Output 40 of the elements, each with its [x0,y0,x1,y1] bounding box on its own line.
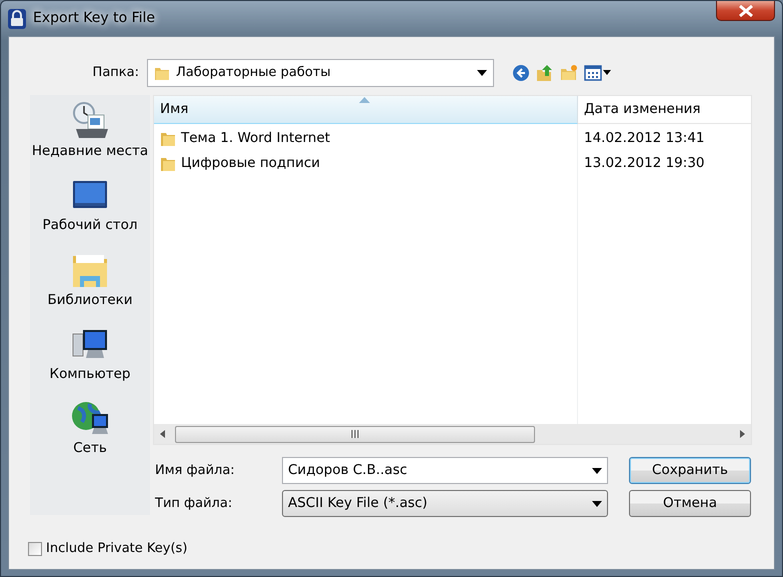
file-name[interactable]: Цифровые подписи [181,153,320,174]
folder-icon [160,130,176,146]
folder-icon [160,156,176,172]
scroll-thumb[interactable] [175,426,535,442]
grip-icon [350,430,360,438]
file-name-field[interactable]: Сидоров С.В..asc [282,457,608,484]
lock-icon [7,8,27,30]
include-private-checkbox[interactable] [28,542,42,556]
folder-label: Папка: [92,64,140,82]
close-button[interactable] [716,1,775,21]
caret-icon [477,70,487,76]
scroll-left-icon[interactable] [158,429,168,439]
places-item[interactable]: Рабочий стол [42,175,138,236]
include-private-label: Include Private Key(s) [46,540,188,558]
back-icon[interactable] [512,64,530,82]
folder-icon [154,65,170,81]
recent-places-icon [70,101,110,141]
file-name-label: Имя файла: [154,462,236,480]
window-title: Export Key to File [33,9,156,28]
up-folder-icon[interactable] [536,64,554,82]
view-menu-icon[interactable] [584,65,612,81]
caret-icon [592,500,602,506]
scroll-right-icon[interactable] [737,429,747,439]
sort-arrow-icon [359,97,370,103]
file-type-dropdown[interactable]: ASCII Key File (*.asc) [282,490,608,517]
folder-dropdown[interactable]: Лабораторные работы [147,59,494,87]
cancel-button[interactable]: Отмена [629,490,751,517]
file-type-label: Тип файла: [154,494,234,513]
horizontal-scrollbar[interactable] [154,424,751,444]
modified-date: 13.02.2012 19:30 [584,154,704,174]
caret-icon [592,468,602,474]
places-item[interactable]: Библиотеки [47,250,133,310]
column-header[interactable]: Имя [154,96,578,124]
places-item[interactable]: Недавние места [32,101,148,162]
close-icon [738,4,754,16]
places-item[interactable]: Компьютер [50,324,130,384]
places-item[interactable]: Сеть [70,398,110,458]
save-button[interactable]: Сохранить [629,457,751,484]
modified-date: 14.02.2012 13:41 [584,129,704,148]
file-name[interactable]: Тема 1. Word Internet [181,128,330,149]
